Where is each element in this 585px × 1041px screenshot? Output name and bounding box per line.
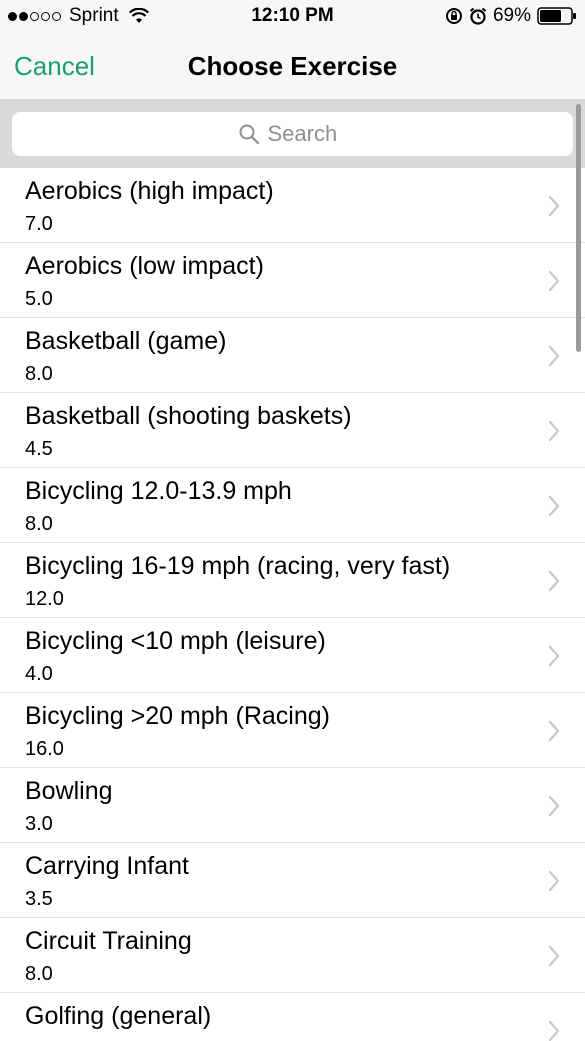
exercise-name: Golfing (general) [25, 1002, 212, 1030]
exercise-value: 16.0 [25, 738, 64, 760]
search-input[interactable] [267, 121, 348, 147]
list-item[interactable]: Basketball (game) 8.0 [0, 318, 585, 393]
chevron-right-icon [548, 345, 560, 367]
chevron-right-icon [548, 945, 560, 967]
exercise-value: 8.0 [25, 363, 53, 385]
exercise-name: Aerobics (high impact) [25, 177, 274, 205]
search-icon [239, 124, 259, 145]
exercise-value: 7.0 [25, 213, 53, 235]
chevron-right-icon [548, 870, 560, 892]
list-item[interactable]: Bicycling 16-19 mph (racing, very fast) … [0, 543, 585, 618]
scroll-indicator[interactable] [576, 104, 581, 352]
exercise-value: 4.0 [25, 663, 53, 685]
navigation-bar: Cancel Choose Exercise [0, 34, 585, 100]
exercise-name: Circuit Training [25, 927, 192, 955]
exercise-value: 4.5 [25, 438, 53, 460]
chevron-right-icon [548, 1020, 560, 1041]
list-item[interactable]: Circuit Training 8.0 [0, 918, 585, 993]
exercise-name: Basketball (shooting baskets) [25, 402, 352, 430]
exercise-name: Bicycling 12.0-13.9 mph [25, 477, 292, 505]
chevron-right-icon [548, 795, 560, 817]
list-item[interactable]: Aerobics (high impact) 7.0 [0, 168, 585, 243]
list-item[interactable]: Aerobics (low impact) 5.0 [0, 243, 585, 318]
screen: Sprint 12:10 PM 69% Cancel Choose Exerci… [0, 0, 585, 1041]
list-item[interactable]: Bicycling <10 mph (leisure) 4.0 [0, 618, 585, 693]
exercise-value: 5.0 [25, 288, 53, 310]
cancel-button[interactable]: Cancel [14, 51, 95, 82]
exercise-name: Bicycling 16-19 mph (racing, very fast) [25, 552, 451, 580]
status-right: 69% [445, 5, 577, 27]
chevron-right-icon [548, 270, 560, 292]
chevron-right-icon [548, 645, 560, 667]
search-bar [0, 100, 585, 168]
battery-icon [537, 7, 576, 25]
alarm-icon [469, 7, 487, 25]
chevron-right-icon [548, 495, 560, 517]
battery-percent: 69% [492, 5, 531, 26]
chevron-right-icon [548, 570, 560, 592]
exercise-value: 12.0 [25, 588, 64, 610]
exercise-value: 3.5 [25, 888, 53, 910]
exercise-list: Aerobics (high impact) 7.0 Aerobics (low… [0, 168, 585, 1041]
list-item[interactable]: Bicycling >20 mph (Racing) 16.0 [0, 693, 585, 768]
exercise-name: Bowling [25, 777, 113, 805]
list-item[interactable]: Carrying Infant 3.5 [0, 843, 585, 918]
exercise-value: 3.0 [25, 813, 53, 835]
list-item[interactable]: Basketball (shooting baskets) 4.5 [0, 393, 585, 468]
chevron-right-icon [548, 420, 560, 442]
exercise-name: Basketball (game) [25, 327, 227, 355]
exercise-name: Bicycling >20 mph (Racing) [25, 702, 330, 730]
list-item[interactable]: Bicycling 12.0-13.9 mph 8.0 [0, 468, 585, 543]
chevron-right-icon [548, 720, 560, 742]
exercise-name: Bicycling <10 mph (leisure) [25, 627, 326, 655]
status-bar: Sprint 12:10 PM 69% [0, 0, 585, 34]
exercise-name: Aerobics (low impact) [25, 252, 264, 280]
list-item[interactable]: Bowling 3.0 [0, 768, 585, 843]
rotation-lock-icon [445, 8, 462, 24]
exercise-value: 8.0 [25, 963, 53, 985]
list-item[interactable]: Golfing (general) [0, 993, 585, 1041]
exercise-name: Carrying Infant [25, 852, 189, 880]
chevron-right-icon [548, 195, 560, 217]
search-field[interactable] [12, 112, 573, 156]
exercise-value: 8.0 [25, 513, 53, 535]
